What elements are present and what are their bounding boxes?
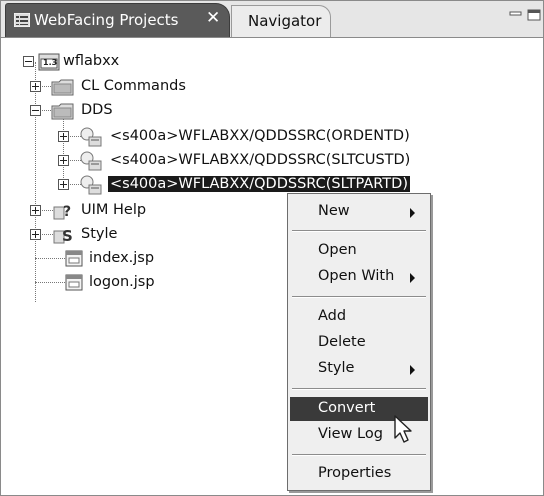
tab-label: Navigator xyxy=(248,12,322,30)
menu-label: Add xyxy=(318,308,347,324)
tree-item-cl-commands[interactable]: CL Commands xyxy=(1,76,221,98)
menu-item-open[interactable]: Open xyxy=(290,239,428,263)
project-tree: 1.3 wflabxx CL Commands DDS <s400a>WFLAB… xyxy=(1,38,543,495)
view-list-icon xyxy=(13,12,31,28)
dds-member-icon xyxy=(77,174,103,200)
folder-icon xyxy=(51,101,75,125)
menu-item-add[interactable]: Add xyxy=(290,305,428,329)
menu-item-properties[interactable]: Properties xyxy=(290,462,428,486)
menu-label: Style xyxy=(318,360,355,376)
maximize-icon[interactable] xyxy=(527,9,541,21)
expand-toggle[interactable] xyxy=(58,179,69,190)
expand-toggle[interactable] xyxy=(30,229,41,240)
menu-label: View Log xyxy=(318,426,383,442)
tree-label: <s400a>WFLABXX/QDDSSRC(ORDENTD) xyxy=(110,128,410,144)
menu-separator xyxy=(292,388,426,390)
tree-item-style[interactable]: S Style xyxy=(1,224,201,246)
style-icon: S xyxy=(53,225,75,249)
menu-item-style[interactable]: Style xyxy=(290,357,428,381)
tree-label: wflabxx xyxy=(63,53,120,69)
minimize-icon[interactable] xyxy=(509,9,523,21)
tree-item-root[interactable]: 1.3 wflabxx xyxy=(1,51,201,73)
tree-label: CL Commands xyxy=(81,78,186,94)
menu-label: Open With xyxy=(318,268,395,284)
tree-label: index.jsp xyxy=(89,250,155,266)
tree-label: <s400a>WFLABXX/QDDSSRC(SLTCUSTD) xyxy=(110,152,411,168)
menu-label: New xyxy=(318,203,350,219)
view-tab-bar: WebFacing Projects ✕ Navigator xyxy=(1,1,543,38)
tree-label: UIM Help xyxy=(81,202,147,218)
menu-separator xyxy=(292,230,426,232)
mouse-pointer-icon xyxy=(393,415,415,449)
menu-separator xyxy=(292,296,426,298)
folder-icon xyxy=(51,77,75,101)
menu-separator xyxy=(292,454,426,456)
webfacing-projects-view: WebFacing Projects ✕ Navigator 1.3 wflab… xyxy=(0,0,544,496)
tab-label: WebFacing Projects xyxy=(34,11,179,29)
jsp-file-icon xyxy=(65,274,83,295)
expand-toggle[interactable] xyxy=(30,81,41,92)
tree-label: logon.jsp xyxy=(89,274,155,290)
menu-label: Open xyxy=(318,242,357,258)
project-version-badge: 1.3 xyxy=(43,58,58,67)
tree-item-uim-help[interactable]: ? UIM Help xyxy=(1,200,201,222)
tree-item-index-jsp[interactable]: index.jsp xyxy=(1,248,201,270)
tab-navigator[interactable]: Navigator xyxy=(231,5,331,37)
svg-text:?: ? xyxy=(63,204,71,220)
tab-webfacing-projects[interactable]: WebFacing Projects ✕ xyxy=(5,3,230,37)
tree-label: DDS xyxy=(81,102,113,118)
tree-label: <s400a>WFLABXX/QDDSSRC(SLTPARTD) xyxy=(107,175,411,193)
menu-label: Delete xyxy=(318,334,366,350)
tree-item-logon-jsp[interactable]: logon.jsp xyxy=(1,272,201,294)
dds-member-icon xyxy=(77,126,103,152)
menu-item-open-with[interactable]: Open With xyxy=(290,265,428,289)
tree-item-dds-member[interactable]: <s400a>WFLABXX/QDDSSRC(SLTCUSTD) xyxy=(1,150,471,172)
close-icon[interactable]: ✕ xyxy=(206,8,220,28)
menu-label: Convert xyxy=(318,400,376,416)
help-icon: ? xyxy=(53,201,75,225)
expand-toggle[interactable] xyxy=(58,131,69,142)
tree-item-dds-member[interactable]: <s400a>WFLABXX/QDDSSRC(ORDENTD) xyxy=(1,126,471,148)
svg-text:S: S xyxy=(62,227,73,245)
collapse-toggle[interactable] xyxy=(30,105,41,116)
submenu-arrow-icon xyxy=(410,208,415,218)
submenu-arrow-icon xyxy=(410,273,415,283)
dds-member-icon xyxy=(77,150,103,176)
tree-label: Style xyxy=(81,226,118,242)
expand-toggle[interactable] xyxy=(58,155,69,166)
menu-item-delete[interactable]: Delete xyxy=(290,331,428,355)
menu-label: Properties xyxy=(318,465,392,481)
tree-item-dds[interactable]: DDS xyxy=(1,100,151,122)
submenu-arrow-icon xyxy=(410,365,415,375)
expand-toggle[interactable] xyxy=(30,205,41,216)
menu-item-new[interactable]: New xyxy=(290,200,428,224)
jsp-file-icon xyxy=(65,250,83,271)
collapse-toggle[interactable] xyxy=(23,56,34,67)
